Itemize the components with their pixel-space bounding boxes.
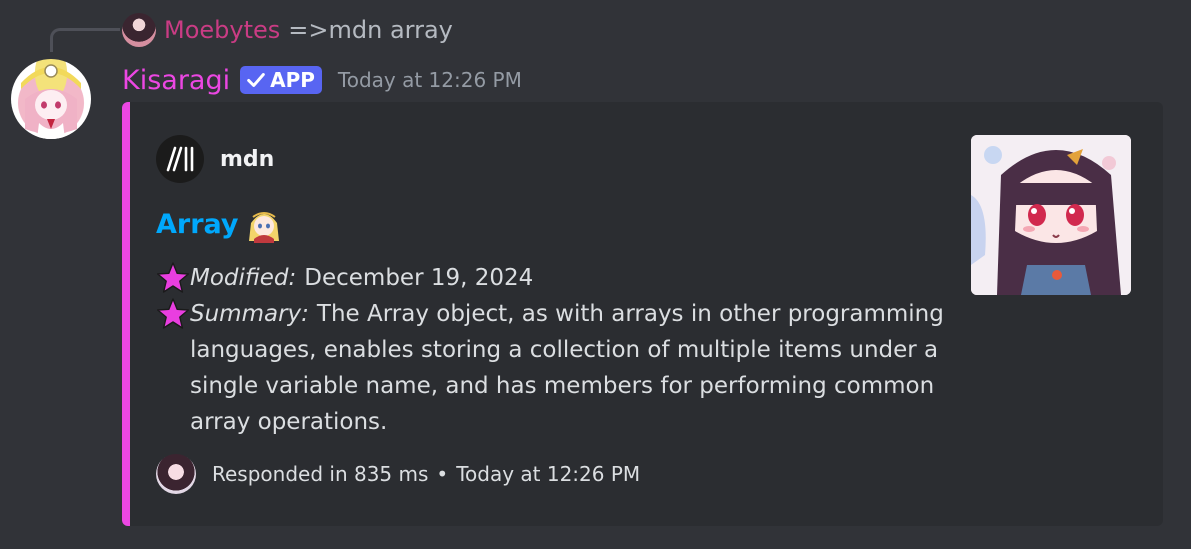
- field-value: December 19, 2024: [304, 265, 534, 291]
- embed-footer: Responded in 835 ms • Today at 12:26 PM: [156, 454, 640, 494]
- embed-author: mdn: [156, 135, 274, 183]
- footer-text: Responded in 835 ms: [212, 462, 429, 486]
- reply-author-name[interactable]: Moebytes: [164, 16, 280, 44]
- embed-author-name: mdn: [220, 146, 275, 172]
- reply-preview[interactable]: Moebytes =>mdn array: [122, 13, 453, 47]
- reply-content[interactable]: =>mdn array: [288, 16, 453, 44]
- field-label: Modified:: [190, 265, 297, 291]
- star-icon: [157, 262, 189, 293]
- app-badge: APP: [240, 66, 322, 94]
- summary-text: Summary: The Array object, as with arrays…: [190, 296, 946, 440]
- field-modified: Modified: December 19, 2024: [156, 260, 946, 296]
- message-timestamp[interactable]: Today at 12:26 PM: [338, 68, 522, 92]
- star-icon: [157, 298, 189, 329]
- check-icon: [247, 73, 265, 87]
- reply-avatar[interactable]: [122, 13, 156, 47]
- footer-avatar: [156, 454, 196, 494]
- embed: mdn Array Modified: December 19, 2024 Su…: [122, 102, 1163, 526]
- reply-connector: [50, 28, 120, 52]
- embed-description: Modified: December 19, 2024 Summary: The …: [156, 260, 946, 440]
- app-badge-label: APP: [270, 68, 315, 92]
- mdn-logo-icon: [156, 135, 204, 183]
- field-label: Summary:: [190, 301, 309, 327]
- embed-title-link[interactable]: Array: [156, 209, 239, 240]
- field-summary: Summary: The Array object, as with arrays…: [156, 296, 946, 440]
- embed-title-row: Array: [156, 204, 283, 244]
- chibi-emoji-icon[interactable]: [245, 205, 283, 243]
- footer-timestamp: Today at 12:26 PM: [456, 462, 641, 486]
- avatar[interactable]: [11, 59, 91, 139]
- anime-girl-thumbnail: [971, 135, 1131, 295]
- message-header: Kisaragi APP Today at 12:26 PM: [122, 60, 522, 100]
- kisaragi-avatar-art: [21, 64, 81, 139]
- footer-separator: •: [436, 462, 449, 486]
- embed-thumbnail[interactable]: [971, 135, 1131, 295]
- author-name[interactable]: Kisaragi: [122, 65, 230, 96]
